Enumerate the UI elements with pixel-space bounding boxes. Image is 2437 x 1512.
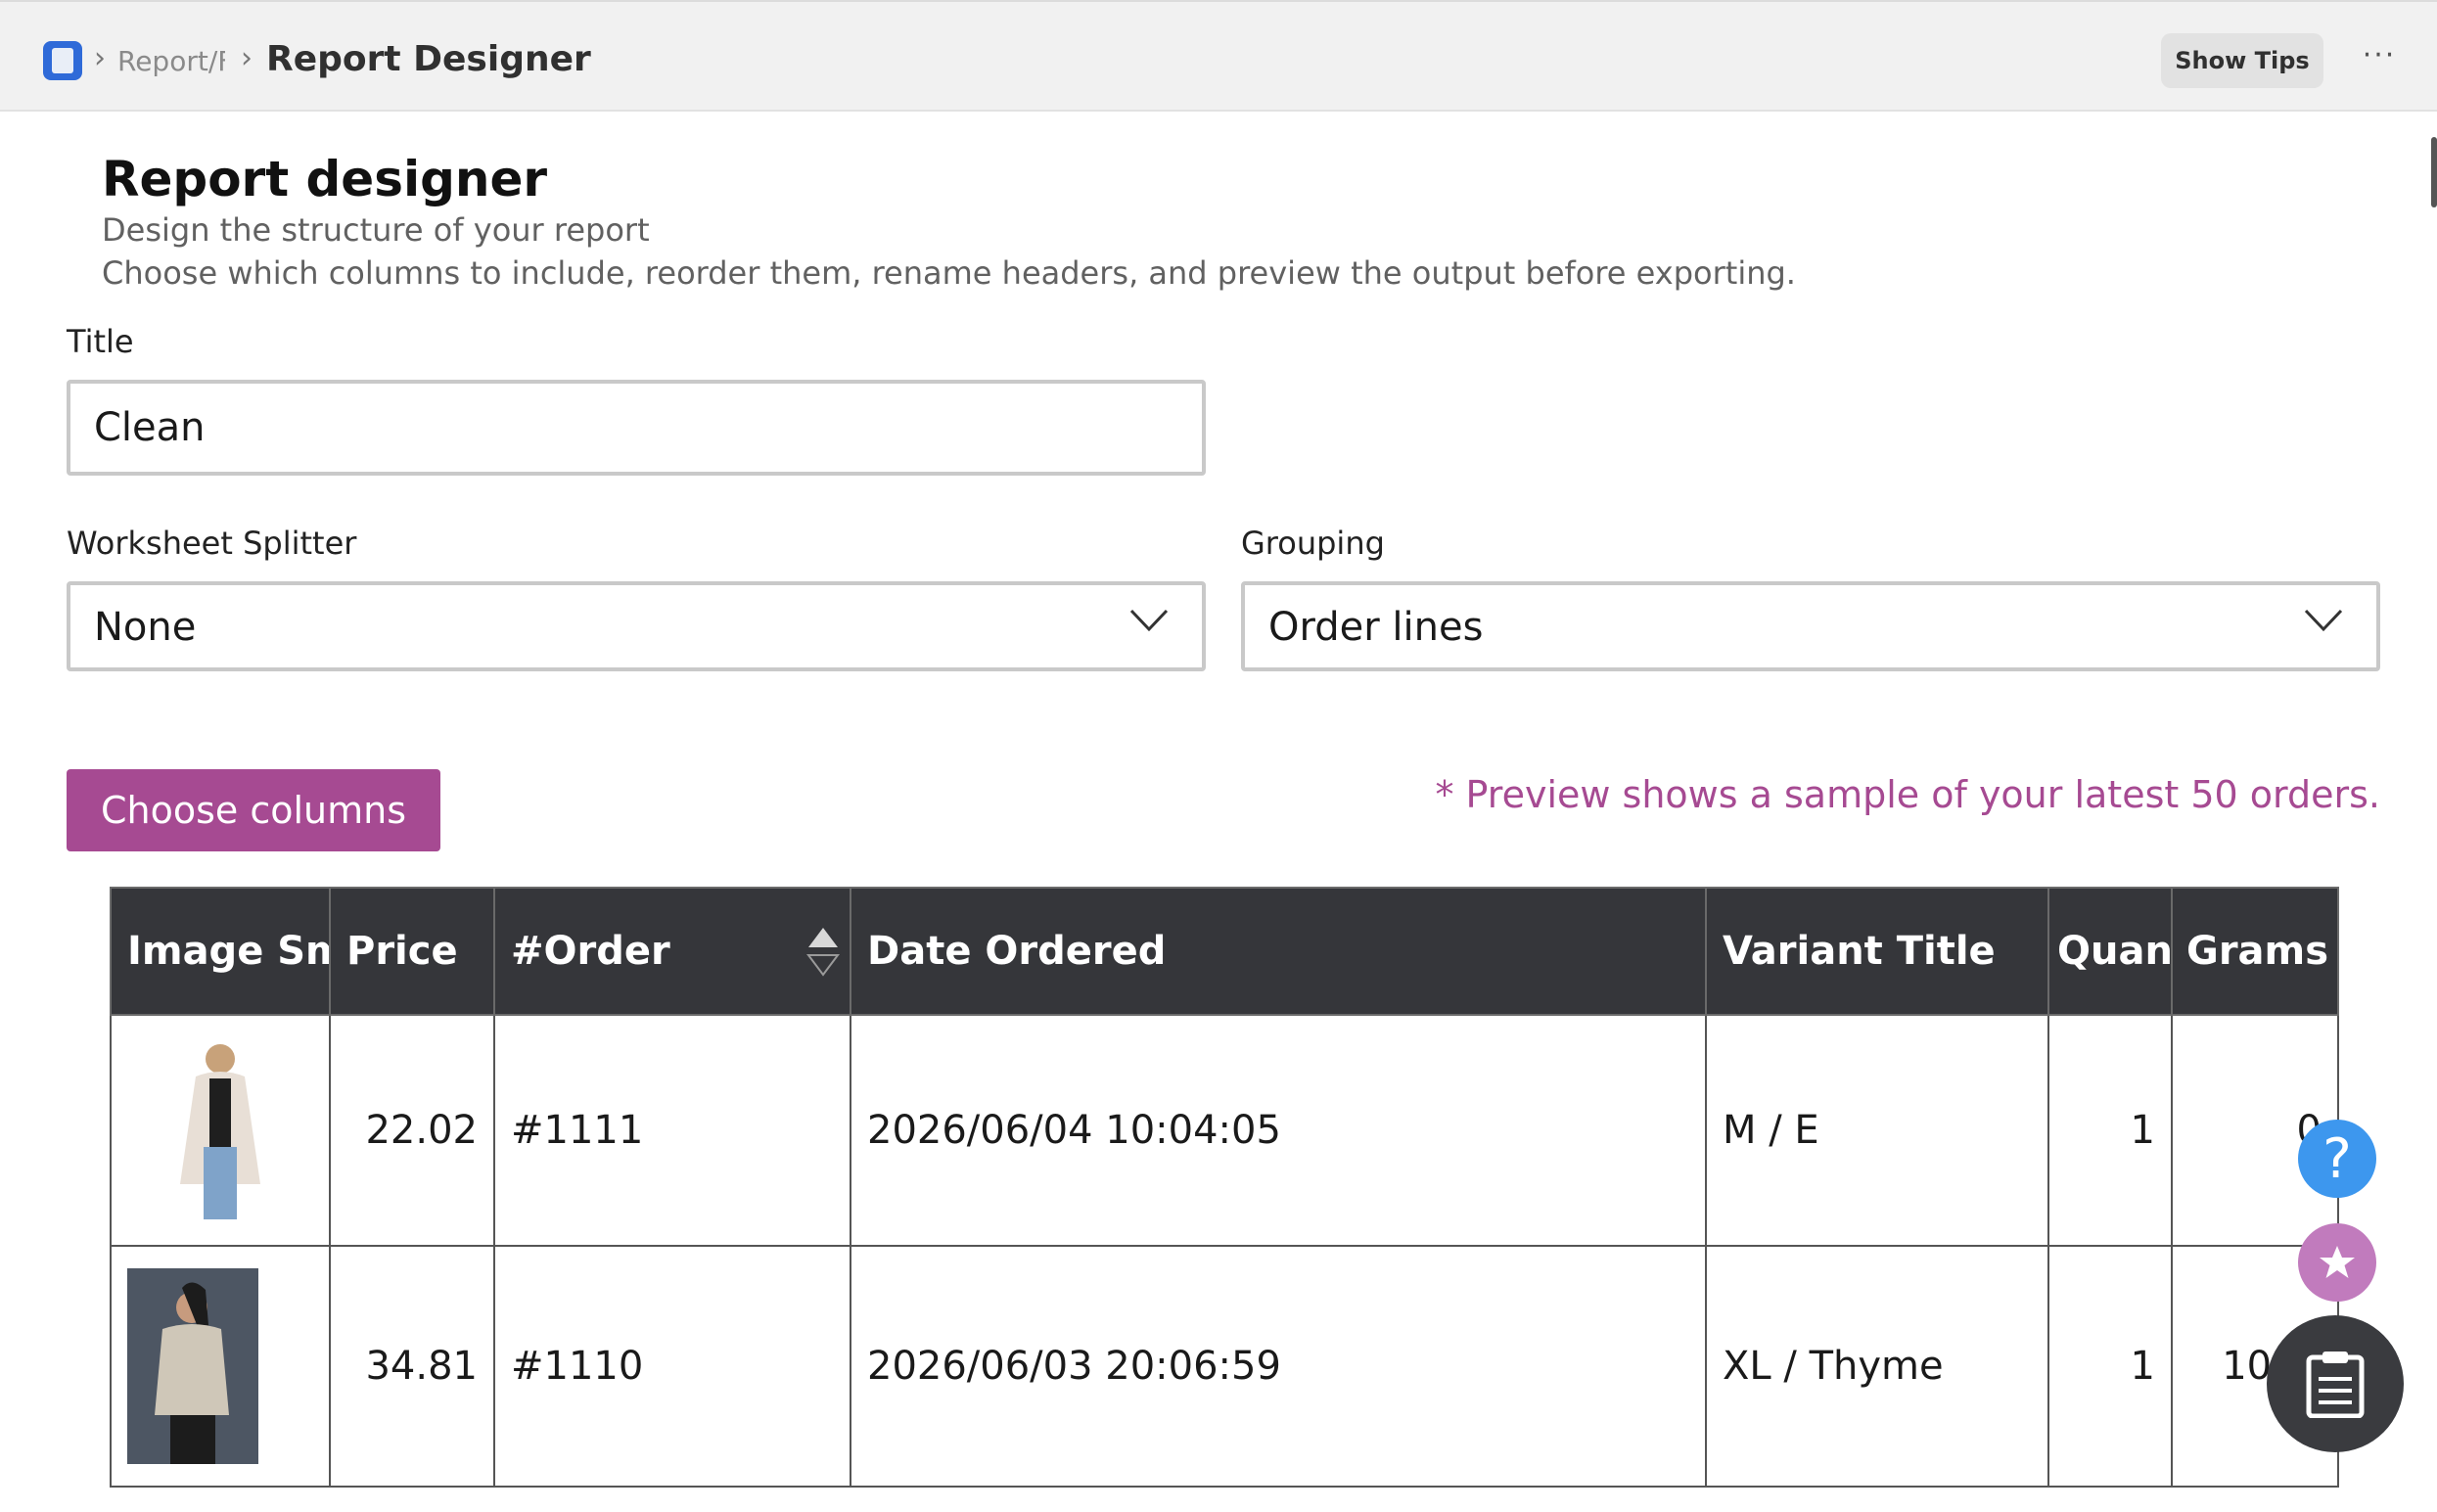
clipboard-button[interactable] [2267, 1315, 2404, 1452]
column-header-price[interactable]: Price [329, 887, 495, 1016]
breadcrumb-current: Report Designer [266, 39, 591, 79]
question-mark-icon: ? [2322, 1126, 2352, 1191]
table-row: 22.02 #1111 2026/06/04 10:04:05 M / E 1 … [110, 1014, 2339, 1247]
date-cell: 2026/06/04 10:04:05 [850, 1014, 1707, 1247]
app-icon[interactable] [43, 41, 82, 80]
page-description: Choose which columns to include, reorder… [102, 254, 1796, 292]
column-header-order[interactable]: #Order [493, 887, 851, 1016]
breadcrumb-chevron-icon: › [241, 41, 253, 75]
price-cell: 22.02 [329, 1014, 495, 1247]
product-image [166, 1037, 274, 1223]
more-options-icon[interactable]: ··· [2357, 41, 2402, 80]
title-input[interactable] [67, 380, 1206, 476]
grouping-label: Grouping [1241, 525, 1385, 562]
grouping-select[interactable]: Order lines [1241, 581, 2380, 671]
column-header-order-label: #Order [511, 929, 670, 974]
show-tips-button[interactable]: Show Tips [2161, 33, 2323, 88]
page-title: Report designer [102, 151, 548, 207]
worksheet-splitter-label: Worksheet Splitter [67, 525, 357, 562]
worksheet-splitter-value: None [94, 605, 197, 650]
clipboard-icon [2306, 1352, 2365, 1418]
product-image-cell [110, 1014, 331, 1247]
breadcrumb-chevron-icon: › [94, 41, 106, 75]
grouping-value: Order lines [1268, 605, 1484, 650]
choose-columns-button[interactable]: Choose columns [67, 769, 440, 851]
product-image-cell [110, 1245, 331, 1488]
column-header-quantity[interactable]: Quantity [2047, 887, 2173, 1016]
chevron-down-icon [2304, 609, 2343, 632]
order-cell: #1110 [493, 1245, 851, 1488]
sort-icon[interactable] [806, 926, 840, 977]
column-header-variant[interactable]: Variant Title [1705, 887, 2049, 1016]
page-subtitle: Design the structure of your report [102, 211, 650, 249]
favorite-button[interactable] [2298, 1223, 2376, 1302]
table-row: 34.81 #1110 2026/06/03 20:06:59 XL / Thy… [110, 1245, 2339, 1488]
product-image [127, 1268, 258, 1464]
title-label: Title [67, 323, 134, 360]
preview-note: * Preview shows a sample of your latest … [1435, 773, 2380, 816]
variant-cell: XL / Thyme [1705, 1245, 2049, 1488]
star-icon [2320, 1246, 2355, 1278]
order-cell: #1111 [493, 1014, 851, 1247]
column-header-grams[interactable]: Grams [2171, 887, 2339, 1016]
column-header-date[interactable]: Date Ordered [850, 887, 1707, 1016]
top-bar: › Report/F › Report Designer Show Tips ·… [0, 0, 2437, 112]
help-button[interactable]: ? [2298, 1120, 2376, 1198]
price-cell: 34.81 [329, 1245, 495, 1488]
worksheet-splitter-select[interactable]: None [67, 581, 1206, 671]
variant-cell: M / E [1705, 1014, 2049, 1247]
scrollbar-thumb[interactable] [2431, 137, 2437, 207]
quantity-cell: 1 [2047, 1245, 2173, 1488]
table-header-row: Image Small Price #Order Date Ordered Va… [110, 887, 2339, 1016]
breadcrumb-link[interactable]: Report/F [117, 45, 225, 77]
chevron-down-icon [1129, 609, 1169, 632]
date-cell: 2026/06/03 20:06:59 [850, 1245, 1707, 1488]
preview-table: Image Small Price #Order Date Ordered Va… [110, 887, 2339, 1488]
quantity-cell: 1 [2047, 1014, 2173, 1247]
column-header-image[interactable]: Image Small [110, 887, 331, 1016]
